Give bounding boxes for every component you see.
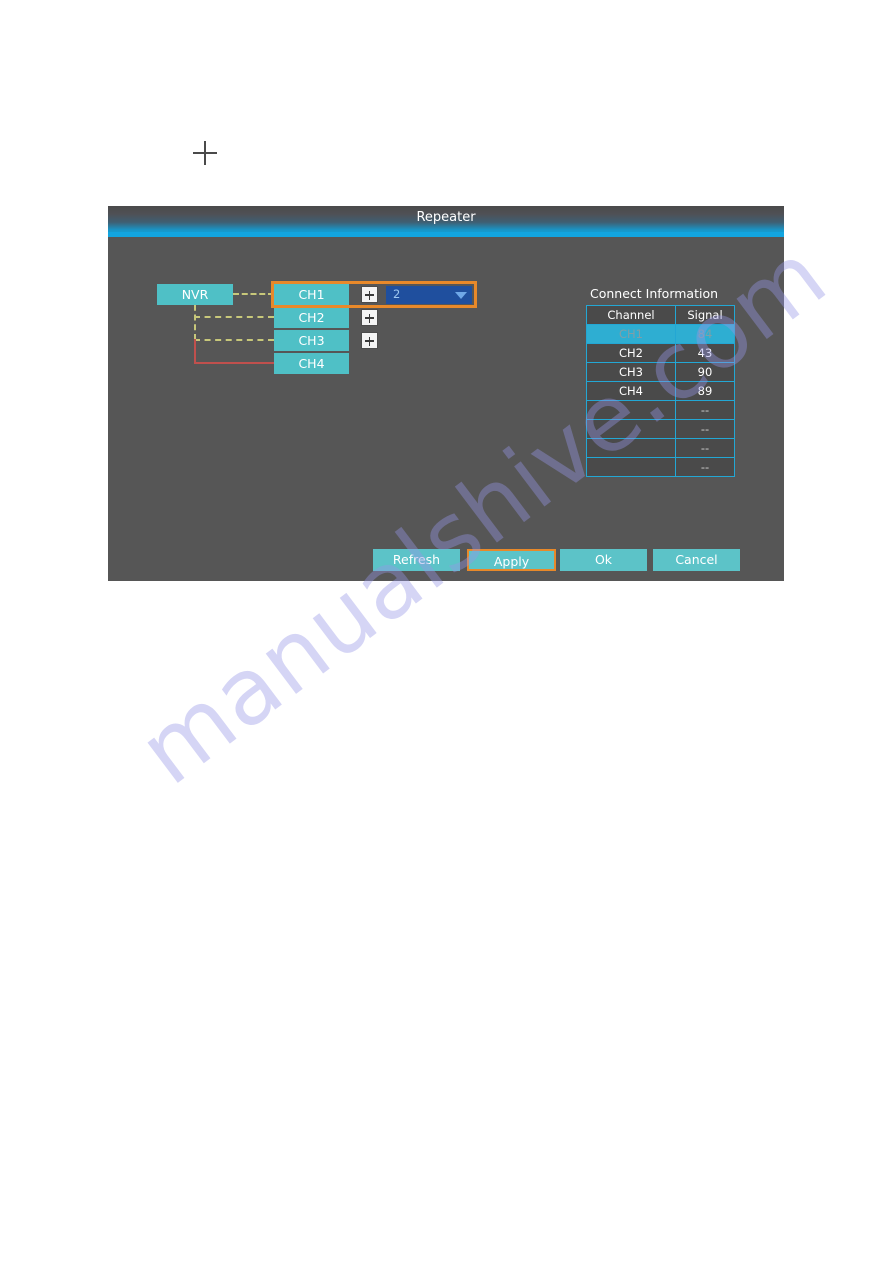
cell-signal: -- <box>675 457 735 477</box>
page-watermark: manualshive.com <box>0 0 893 1263</box>
topology-node-ch2[interactable]: CH2 <box>274 307 349 328</box>
table-row[interactable]: CH1 84 <box>586 324 735 344</box>
table-row[interactable]: -- <box>586 438 735 458</box>
topology-node-nvr[interactable]: NVR <box>157 284 233 305</box>
apply-button[interactable]: Apply <box>467 549 556 571</box>
connect-information-table: Channel Signal CH1 84 CH2 43 CH3 90 CH4 … <box>586 305 735 477</box>
topology-node-ch4[interactable]: CH4 <box>274 353 349 374</box>
cell-channel: CH4 <box>586 381 676 401</box>
table-row[interactable]: CH4 89 <box>586 381 735 401</box>
link-red-to-ch4 <box>194 362 274 364</box>
cancel-button[interactable]: Cancel <box>653 549 740 571</box>
cell-channel: CH2 <box>586 343 676 363</box>
cell-channel: CH3 <box>586 362 676 382</box>
cell-channel <box>586 438 676 458</box>
topology-node-ch3[interactable]: CH3 <box>274 330 349 351</box>
link-nvr-to-ch1 <box>233 293 274 295</box>
link-red-vertical <box>194 339 196 363</box>
table-row[interactable]: CH3 90 <box>586 362 735 382</box>
cell-signal: 43 <box>675 343 735 363</box>
dialog-body: NVR CH1 CH2 CH3 CH4 2 Connect Informatio… <box>108 234 784 581</box>
dialog-footer: Refresh Apply Ok Cancel <box>108 549 784 571</box>
plus-icon-vertical <box>368 336 370 346</box>
connect-information-title: Connect Information <box>590 286 719 301</box>
add-repeater-button-ch1[interactable] <box>361 286 378 303</box>
cell-signal: -- <box>675 438 735 458</box>
repeater-topology-diagram: NVR CH1 CH2 CH3 CH4 2 <box>108 234 528 434</box>
repeater-count-value: 2 <box>393 287 401 301</box>
cell-signal: -- <box>675 400 735 420</box>
table-row[interactable]: CH2 43 <box>586 343 735 363</box>
repeater-dialog: Repeater NVR CH1 CH2 CH3 CH4 2 Connect I… <box>108 206 784 581</box>
connect-information-panel: Connect Information Channel Signal CH1 8… <box>586 286 746 477</box>
dialog-title-bar: Repeater <box>108 206 784 237</box>
add-repeater-button-ch3[interactable] <box>361 332 378 349</box>
table-row[interactable]: -- <box>586 457 735 477</box>
ok-button[interactable]: Ok <box>560 549 647 571</box>
column-header-channel: Channel <box>586 305 676 325</box>
cell-channel <box>586 419 676 439</box>
plus-icon-vertical <box>368 313 370 323</box>
refresh-button[interactable]: Refresh <box>373 549 460 571</box>
column-header-signal: Signal <box>675 305 735 325</box>
page-plus-icon <box>193 141 217 165</box>
cell-signal: 84 <box>675 324 735 344</box>
plus-icon-vertical <box>368 290 370 300</box>
cell-channel <box>586 400 676 420</box>
table-row[interactable]: -- <box>586 419 735 439</box>
plus-icon-vertical-bar <box>204 141 206 165</box>
table-row[interactable]: -- <box>586 400 735 420</box>
add-repeater-button-ch2[interactable] <box>361 309 378 326</box>
cell-signal: 89 <box>675 381 735 401</box>
cell-signal: 90 <box>675 362 735 382</box>
chevron-down-icon[interactable] <box>455 292 467 299</box>
cell-signal: -- <box>675 419 735 439</box>
cell-channel: CH1 <box>586 324 676 344</box>
dialog-title: Repeater <box>416 210 476 225</box>
table-header-row: Channel Signal <box>586 305 735 325</box>
repeater-count-select[interactable]: 2 <box>386 286 472 304</box>
cell-channel <box>586 457 676 477</box>
topology-node-ch1[interactable]: CH1 <box>274 284 349 305</box>
link-trunk-to-ch2 <box>194 316 274 318</box>
link-trunk-to-ch3 <box>194 339 274 341</box>
